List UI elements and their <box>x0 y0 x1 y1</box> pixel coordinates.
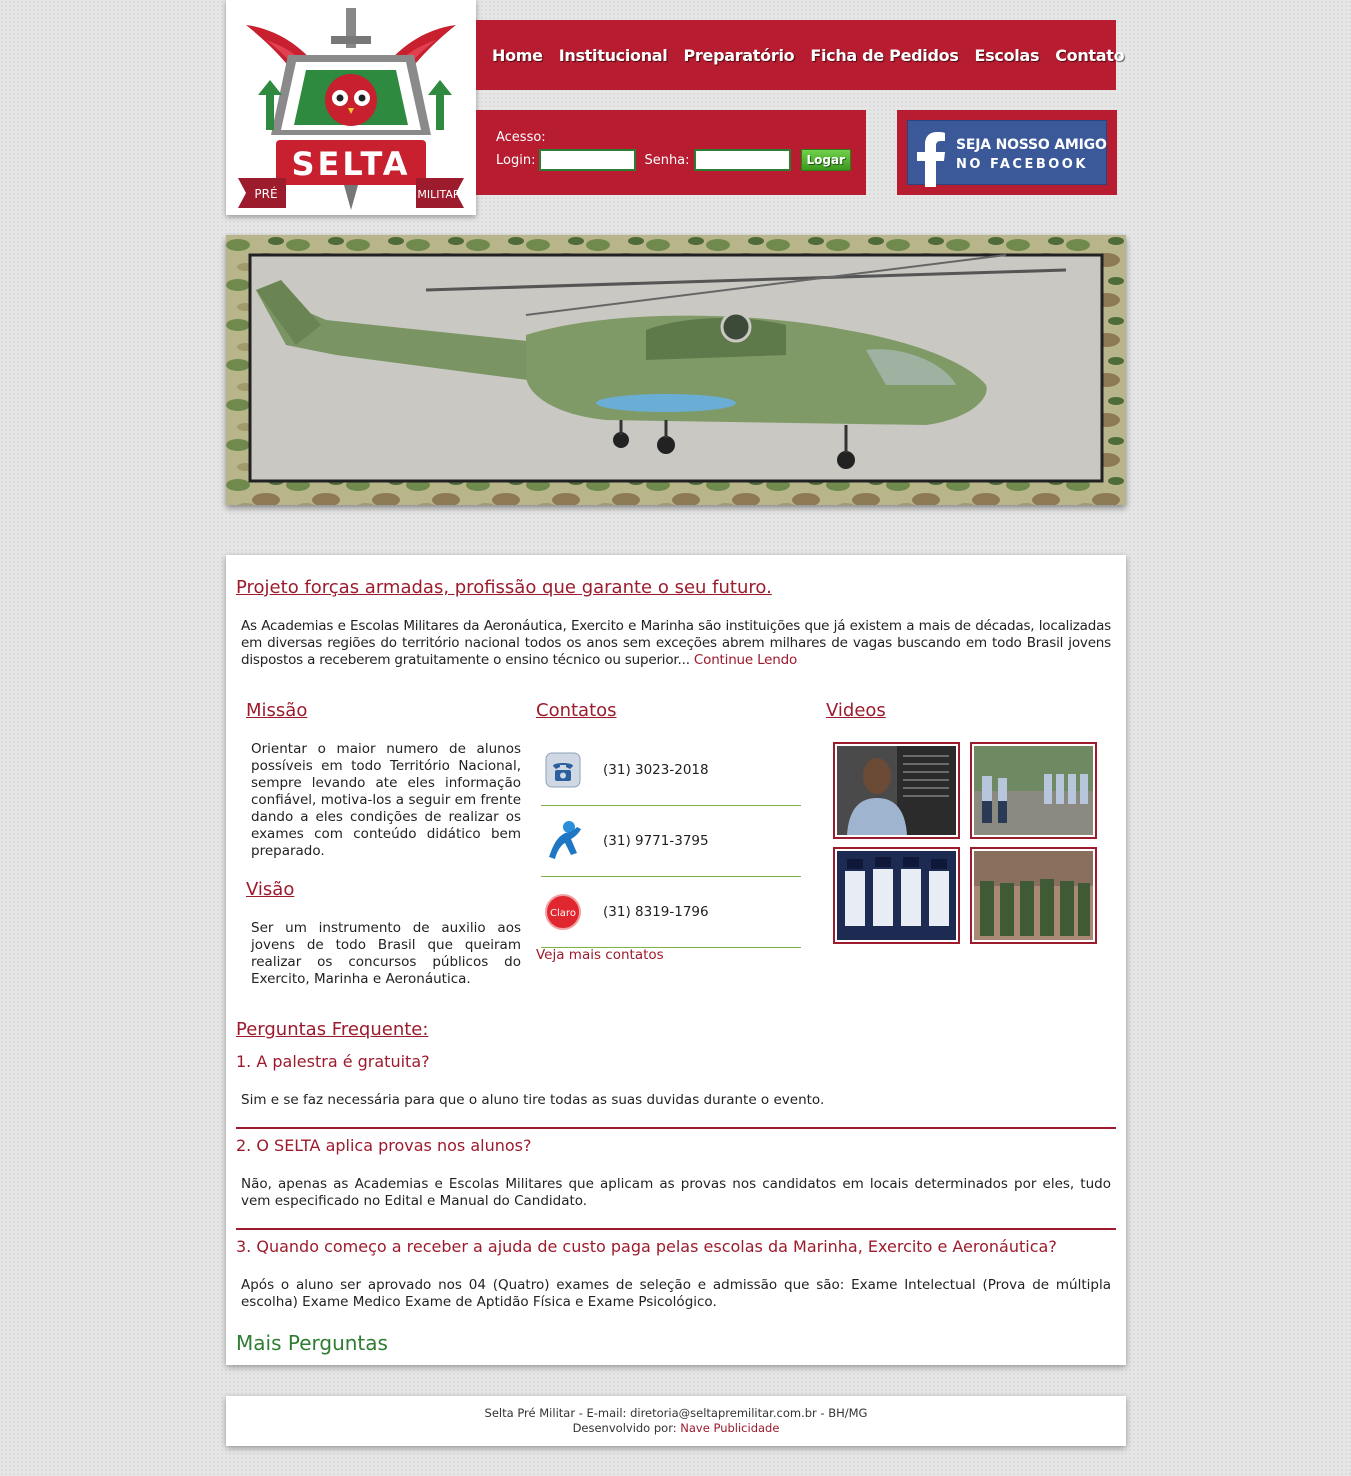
faq-title[interactable]: Perguntas Frequente: <box>236 1019 428 1040</box>
contact-row: (31) 9771-3795 <box>541 806 801 877</box>
footer-credits-prefix: Desenvolvido por: <box>572 1421 677 1435</box>
developer-link[interactable]: Nave Publicidade <box>680 1421 779 1435</box>
nav-home[interactable]: Home <box>492 46 543 65</box>
facebook-banner[interactable]: SEJA NOSSO AMIGO NO FACEBOOK <box>897 110 1117 195</box>
facebook-line2: NO FACEBOOK <box>956 157 1088 172</box>
svg-text:SELTA: SELTA <box>291 145 410 183</box>
password-label: Senha: <box>644 152 690 168</box>
visao-title[interactable]: Visão <box>246 879 294 900</box>
faq-question: 2. O SELTA aplica provas nos alunos? <box>236 1136 532 1155</box>
faq-question: 1. A palestra é gratuita? <box>236 1052 430 1071</box>
contact-number: (31) 8319-1796 <box>603 904 709 920</box>
continue-reading-link[interactable]: Continue Lendo <box>694 652 797 668</box>
svg-text:MILITAR: MILITAR <box>417 188 460 201</box>
video-thumb-officer[interactable] <box>833 742 960 839</box>
faq-divider <box>236 1127 1116 1129</box>
claro-operator-icon: Claro <box>541 890 585 934</box>
nav-institucional[interactable]: Institucional <box>559 46 668 65</box>
nav-preparatorio[interactable]: Preparatório <box>684 46 795 65</box>
login-panel: Acesso: Login: Senha: Logar <box>476 110 866 195</box>
nav-ficha-de-pedidos[interactable]: Ficha de Pedidos <box>810 46 959 65</box>
footer: Selta Pré Militar - E-mail: diretoria@se… <box>226 1396 1126 1446</box>
contatos-title[interactable]: Contatos <box>536 700 617 721</box>
intro-title[interactable]: Projeto forças armadas, profissão que ga… <box>236 577 772 598</box>
main-nav: Home Institucional Preparatório Ficha de… <box>476 20 1125 90</box>
svg-text:PRÉ: PRÉ <box>254 186 277 201</box>
footer-credits: Desenvolvido por: Nave Publicidade <box>226 1421 1126 1436</box>
video-thumb-navy-salute[interactable] <box>833 847 960 944</box>
contact-number: (31) 9771-3795 <box>603 833 709 849</box>
nav-escolas[interactable]: Escolas <box>975 46 1040 65</box>
more-contacts-link[interactable]: Veja mais contatos <box>536 947 664 963</box>
facebook-icon <box>917 132 945 187</box>
intro-paragraph: As Academias e Escolas Militares da Aero… <box>241 618 1111 669</box>
helicopter-image <box>226 235 1126 505</box>
visao-text: Ser um instrumento de auxilio aos jovens… <box>251 920 521 987</box>
missao-text: Orientar o maior numero de alunos possív… <box>251 741 521 859</box>
videos-title[interactable]: Videos <box>826 700 886 721</box>
telephone-icon <box>541 748 585 792</box>
vivo-operator-icon <box>541 819 585 863</box>
login-form: Login: Senha: Logar <box>496 149 852 171</box>
site-logo[interactable]: SELTA PRÉ MILITAR <box>226 0 476 215</box>
svg-text:Claro: Claro <box>550 908 576 919</box>
facebook-badge[interactable]: SEJA NOSSO AMIGO NO FACEBOOK <box>907 120 1107 187</box>
login-label: Login: <box>496 152 536 168</box>
hero-banner <box>226 235 1126 505</box>
faq-divider <box>236 1228 1116 1230</box>
faq-answer: Não, apenas as Academias e Escolas Milit… <box>241 1176 1111 1209</box>
intro-text: As Academias e Escolas Militares da Aero… <box>241 618 1111 668</box>
password-input[interactable] <box>693 149 791 171</box>
login-input[interactable] <box>539 149 637 171</box>
contact-row: (31) 3023-2018 <box>541 735 801 806</box>
contact-row: Claro (31) 8319-1796 <box>541 877 801 948</box>
login-title: Acesso: <box>496 130 546 145</box>
main-content: Projeto forças armadas, profissão que ga… <box>226 555 1126 1365</box>
contact-number: (31) 3023-2018 <box>603 762 709 778</box>
faq-question: 3. Quando começo a receber a ajuda de cu… <box>236 1237 1057 1256</box>
nav-contato[interactable]: Contato <box>1055 46 1124 65</box>
video-thumb-cadets-formation[interactable] <box>970 742 1097 839</box>
more-questions-link[interactable]: Mais Perguntas <box>236 1331 388 1355</box>
login-button[interactable]: Logar <box>800 149 852 171</box>
faq-answer: Sim e se faz necessária para que o aluno… <box>241 1092 825 1108</box>
selta-emblem-icon: SELTA PRÉ MILITAR <box>238 8 464 210</box>
video-thumb-army-troops[interactable] <box>970 847 1097 944</box>
facebook-line1: SEJA NOSSO AMIGO <box>956 137 1107 153</box>
footer-contact: Selta Pré Militar - E-mail: diretoria@se… <box>484 1406 868 1420</box>
faq-answer: Após o aluno ser aprovado nos 04 (Quatro… <box>241 1277 1111 1310</box>
missao-title[interactable]: Missão <box>246 700 307 721</box>
